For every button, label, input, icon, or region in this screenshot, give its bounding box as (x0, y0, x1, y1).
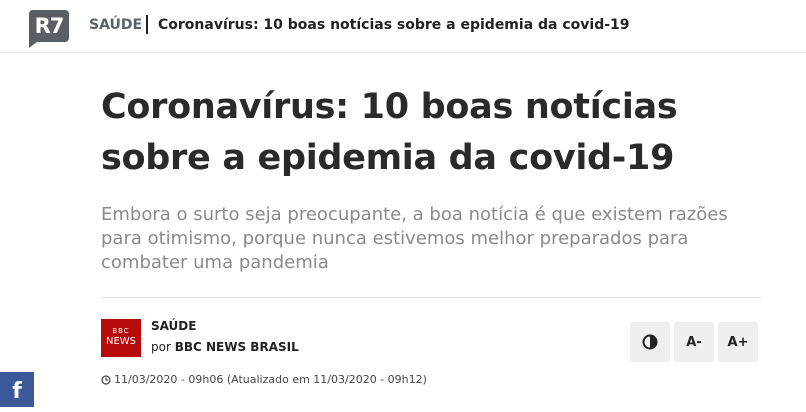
bbc-logo-text: BBC (112, 327, 130, 335)
breadcrumb-divider (146, 15, 148, 34)
clock-icon (101, 374, 111, 385)
divider (101, 297, 761, 298)
increase-font-button[interactable]: A+ (718, 322, 758, 362)
article-subtitle: Embora o surto seja preocupante, a boa n… (101, 204, 728, 273)
facebook-icon: f (12, 379, 22, 404)
facebook-share-button[interactable]: f (0, 372, 34, 407)
decrease-font-button[interactable]: A- (674, 322, 714, 362)
timestamp-text: 11/03/2020 - 09h06 (Atualizado em 11/03/… (114, 373, 427, 386)
article-title: Coronavírus: 10 boas notícias sobre a ep… (101, 87, 678, 178)
breadcrumb-title: Coronavírus: 10 boas notícias sobre a ep… (158, 17, 630, 33)
byline-prefix: por (151, 340, 171, 354)
contrast-icon (642, 334, 658, 350)
article-category[interactable]: SAÚDE (151, 319, 196, 333)
contrast-button[interactable] (630, 322, 670, 362)
site-header: R7 SAÚDE Coronavírus: 10 boas notícias s… (0, 0, 806, 53)
article-timestamp: 11/03/2020 - 09h06 (Atualizado em 11/03/… (101, 373, 427, 386)
news-logo-text: NEWS (105, 336, 137, 347)
byline: por BBC NEWS BRASIL (151, 340, 299, 354)
r7-logo[interactable]: R7 (29, 10, 69, 48)
section-link[interactable]: SAÚDE (89, 15, 142, 35)
bbc-news-logo[interactable]: BBC NEWS (101, 319, 141, 357)
byline-source[interactable]: BBC NEWS BRASIL (175, 340, 299, 354)
